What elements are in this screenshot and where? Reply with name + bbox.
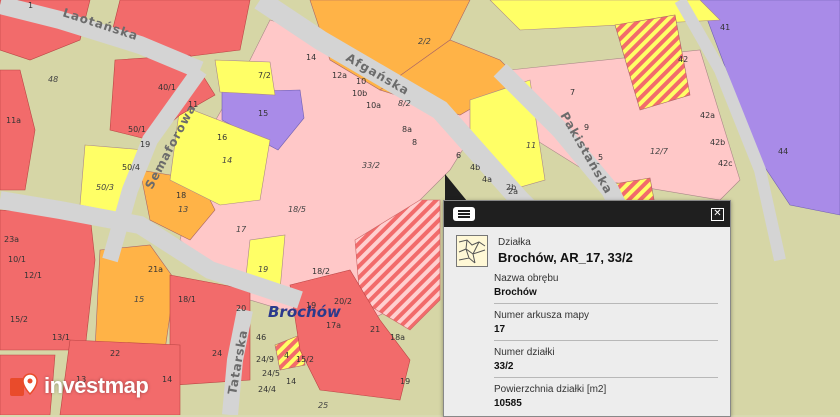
plot-number: 4a [482,175,492,184]
plot-number: 18/1 [178,295,196,304]
plot-number: 50/1 [128,125,146,134]
popup-body: Działka Brochów, AR_17, 33/2 Nazwa obręb… [444,227,730,414]
plot-number: 16 [217,133,227,142]
object-type: Działka [498,237,531,248]
plot-number: 19 [140,140,150,149]
plot-number: 15 [134,295,144,304]
plot-number: 8 [412,138,417,147]
plot-number: 23a [4,235,19,244]
plot-number: 33/2 [362,161,380,170]
plot-number: 11 [188,100,198,109]
plot-number: 25 [318,401,328,410]
field-label: Numer działki [494,347,555,358]
plot-number: 44 [778,147,788,156]
plot-number: 7/2 [258,71,271,80]
plot-number: 8a [402,125,412,134]
close-icon[interactable]: ✕ [711,208,724,221]
district-label: Brochów [268,303,341,321]
plot-number: 46 [256,333,266,342]
plot-number: 10b [352,89,367,98]
plot-number: 9 [584,123,589,132]
plot-number: 18/5 [288,205,306,214]
list-icon[interactable] [453,207,475,221]
plot-number: 42 [678,55,688,64]
plot-number: 20/2 [334,297,352,306]
plot-number: 50/3 [96,183,114,192]
plot-number: 13 [178,205,188,214]
popup-pointer [445,174,467,201]
plot-number: 41 [720,23,730,32]
plot-number: 15 [258,109,268,118]
plot-number: 20 [236,304,246,313]
plot-number: 19 [400,377,410,386]
plot-number: 24/4 [258,385,276,394]
plot-number: 17a [326,321,341,330]
plot-number: 18 [176,191,186,200]
field-label: Numer arkusza mapy [494,310,590,321]
plot-number: 10a [366,101,381,110]
plot-number: 24/9 [256,355,274,364]
plot-number: 42c [718,159,733,168]
plot-number: 6 [456,151,461,160]
plot-number: 14 [162,375,172,384]
plot-number: 11a [6,116,21,125]
plot-number: 7 [570,88,575,97]
plot-number: 50/4 [122,163,140,172]
field-precinct-name: Nazwa obrębu Brochów [494,273,718,304]
plot-number: 21a [148,265,163,274]
field-value: Brochów [494,287,537,298]
location-pin-icon [10,373,38,396]
map-parcel-icon [456,235,488,267]
plot-number: 17 [236,225,247,234]
plot-number: 21 [370,325,380,334]
plot-number: 14 [286,377,296,386]
plot-number: 12a [332,71,347,80]
plot-number: 15/2 [296,355,314,364]
logo-text: investmap [44,373,149,398]
plot-number: 15/2 [10,315,28,324]
field-value: 10585 [494,398,522,409]
plot-number: 8/2 [398,99,411,108]
plot-number: 4 [284,351,289,360]
plot-number: 24 [212,349,222,358]
plot-number: 42a [700,111,715,120]
plot-number: 2/2 [418,37,431,46]
plot-number: 18/2 [312,267,330,276]
popup-header: ✕ [444,201,730,227]
field-value: 33/2 [494,361,514,372]
plot-number: 14 [306,53,316,62]
investmap-logo[interactable]: investmap [10,372,149,400]
plot-number: 14 [222,156,232,165]
plot-number: 19 [258,265,268,274]
plot-number: 40/1 [158,83,176,92]
plot-number: 1 [28,1,33,10]
plot-number: 10 [356,77,366,86]
field-map-sheet-number: Numer arkusza mapy 17 [494,310,718,341]
plot-number: 48 [48,75,58,84]
plot-number: 42b [710,138,725,147]
field-value: 17 [494,324,506,335]
plot-number: 4b [470,163,480,172]
plot-number: 18a [390,333,405,342]
plot-number: 10/1 [8,255,26,264]
plot-number: 13/1 [52,333,70,342]
plot-number: 2b [506,183,516,192]
field-parcel-area: Powierzchnia działki [m2] 10585 [494,384,718,414]
plot-number: 24/5 [262,369,280,378]
plot-number: 22 [110,349,120,358]
plot-number: 19 [306,301,316,310]
field-label: Powierzchnia działki [m2] [494,384,607,395]
field-label: Nazwa obrębu [494,273,559,284]
field-parcel-number: Numer działki 33/2 [494,347,718,378]
plot-number: 11 [526,141,536,150]
plot-number: 12/1 [24,271,42,280]
object-title: Brochów, AR_17, 33/2 [498,250,633,265]
parcel-info-popup: ✕ Działka Brochów, AR_17, 33/2 Nazwa obr… [443,200,731,417]
plot-number: 5 [598,153,603,162]
plot-number: 12/7 [650,147,669,156]
object-header: Działka Brochów, AR_17, 33/2 [456,235,718,267]
